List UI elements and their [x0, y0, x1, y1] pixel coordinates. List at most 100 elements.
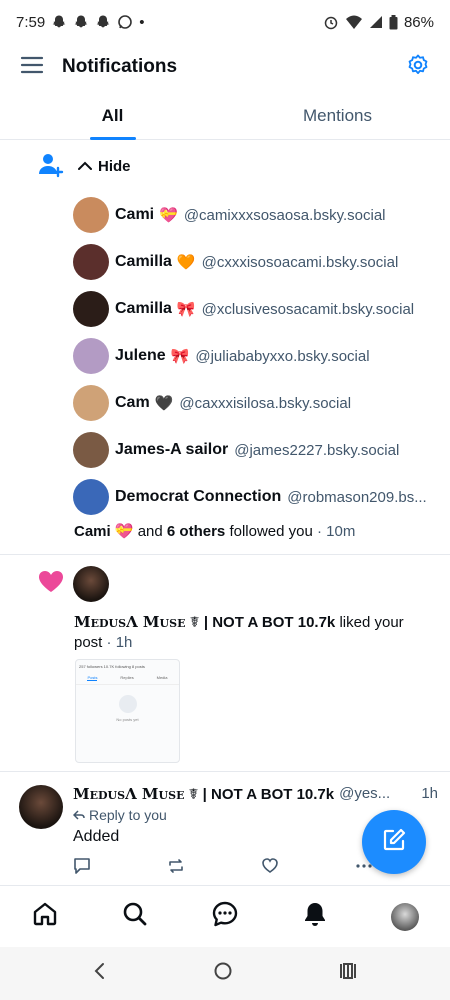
follower-row[interactable]: Camilla 🧡 @cxxxisosoacami.bsky.social — [73, 243, 398, 281]
status-dot: • — [139, 13, 145, 31]
follower-handle: @juliababyxxo.bsky.social — [195, 347, 370, 365]
follow-notification[interactable]: Hide Cami 💝 @camixxxsosaosa.bsky.social … — [0, 140, 450, 555]
nav-notifications[interactable] — [285, 892, 345, 942]
menu-icon[interactable] — [20, 53, 44, 82]
compose-icon — [381, 827, 407, 858]
follower-row[interactable]: Cam 🖤 @caxxxisilosa.bsky.social — [73, 384, 351, 422]
profile-avatar — [391, 902, 419, 931]
avatar — [73, 479, 109, 515]
post-text: Added — [73, 828, 120, 845]
avatar — [73, 432, 109, 468]
reply-arrow-icon — [72, 807, 85, 823]
recents-icon[interactable] — [338, 961, 358, 986]
tab-mentions[interactable]: Mentions — [225, 92, 450, 139]
avatar[interactable] — [19, 785, 63, 829]
post-thumbnail[interactable]: 257 followers 10.7K following 8 posts Po… — [75, 659, 180, 763]
snapchat-icon — [73, 14, 89, 30]
follower-name: Julene — [115, 347, 166, 364]
reply-to-indicator: Reply to you — [72, 807, 167, 823]
reply-to-label: Reply to you — [89, 807, 167, 823]
follower-handle: @xclusivesosacamit.bsky.social — [201, 300, 415, 318]
follower-row[interactable]: Camilla 🎀 @xclusivesosacamit.bsky.social — [73, 290, 414, 328]
repost-icon[interactable] — [167, 857, 185, 880]
snapchat-icon — [95, 14, 111, 30]
alarm-icon — [323, 14, 339, 30]
signal-icon — [369, 15, 383, 29]
summary-time: · 10m — [317, 523, 356, 540]
status-time: 7:59 — [16, 13, 46, 31]
avatar — [73, 338, 109, 374]
whatsapp-icon — [117, 14, 133, 30]
follower-name: Camilla — [115, 300, 172, 317]
liker-name-suffix: ☤ | NOT A BOT 10.7k — [189, 614, 336, 631]
follower-emoji: 🎀 — [170, 348, 190, 365]
comment-icon[interactable] — [73, 857, 91, 880]
nav-search[interactable] — [105, 892, 165, 942]
gear-icon[interactable] — [406, 53, 430, 82]
follower-row[interactable]: Cami 💝 @camixxxsosaosa.bsky.social — [73, 196, 386, 234]
notification-tabs: All Mentions — [0, 92, 450, 140]
page-title: Notifications — [62, 56, 178, 77]
nav-chat[interactable] — [195, 892, 255, 942]
author-name[interactable]: MedusΛ Muse — [73, 785, 184, 803]
snapchat-icon — [51, 14, 67, 30]
post-actions — [73, 857, 373, 880]
avatar — [73, 244, 109, 280]
battery-icon — [389, 14, 398, 30]
heart-icon — [38, 570, 64, 599]
battery-percent: 86% — [403, 13, 434, 31]
nav-profile[interactable] — [375, 892, 435, 942]
thumb-tab: Posts — [87, 675, 98, 681]
compose-button[interactable] — [362, 810, 426, 874]
bell-icon — [302, 901, 328, 932]
thumb-stats: 257 followers 10.7K following 8 posts — [79, 664, 145, 669]
like-heart-icon[interactable] — [261, 857, 279, 880]
summary-name: Cami — [74, 523, 111, 540]
follower-emoji: 💝 — [159, 207, 178, 224]
back-icon[interactable] — [92, 961, 108, 986]
tab-all[interactable]: All — [0, 92, 225, 140]
follower-emoji: 🎀 — [176, 301, 196, 318]
thumb-empty-text: No posts yet — [116, 717, 139, 722]
follower-handle: @cxxxisosoacami.bsky.social — [201, 253, 399, 271]
avatar — [73, 197, 109, 233]
summary-and: and — [137, 523, 163, 540]
home-circle-icon[interactable] — [213, 961, 233, 986]
bottom-navigation — [0, 885, 450, 947]
summary-action: followed you — [229, 523, 313, 540]
follower-emoji: 🖤 — [154, 395, 174, 412]
thumb-tab: Media — [156, 675, 168, 680]
follower-handle: @caxxxisilosa.bsky.social — [179, 394, 352, 412]
summary-emoji: 💝 — [114, 523, 134, 540]
follower-name: James-A sailor — [115, 441, 229, 458]
follower-row[interactable]: Democrat Connection @robmason209.bs... — [73, 478, 427, 516]
system-navigation — [0, 947, 450, 1000]
follower-emoji: 🧡 — [176, 254, 196, 271]
follower-name: Cami — [115, 206, 155, 223]
like-notification[interactable]: MedusΛ Muse ☤ | NOT A BOT 10.7k liked yo… — [0, 556, 450, 772]
chat-icon — [212, 901, 238, 932]
follower-row[interactable]: Julene 🎀 @juliababyxxo.bsky.social — [73, 337, 370, 375]
liker-name[interactable]: MedusΛ Muse — [74, 613, 185, 631]
nav-home[interactable] — [15, 892, 75, 942]
follower-name: Cam — [115, 394, 150, 411]
author-handle[interactable]: @yes... — [339, 785, 417, 803]
hide-toggle[interactable]: Hide — [78, 158, 131, 175]
avatar — [73, 291, 109, 327]
post-time: 1h — [421, 785, 438, 802]
home-icon — [32, 901, 58, 932]
thumb-tabs: Posts Replies Media — [76, 673, 179, 685]
follower-row[interactable]: James-A sailor @james2227.bsky.social — [73, 431, 399, 469]
follower-name: Camilla — [115, 253, 172, 270]
follow-summary: Cami 💝 and 6 others followed you · 10m — [74, 522, 355, 540]
follower-name: Democrat Connection — [115, 488, 282, 505]
author-name-suffix: ☤ | NOT A BOT 10.7k — [188, 786, 335, 803]
avatar[interactable] — [73, 566, 109, 602]
chevron-up-icon — [78, 158, 92, 175]
thumb-tab: Replies — [120, 675, 134, 680]
follower-handle: @camixxxsosaosa.bsky.social — [183, 206, 386, 224]
like-text: MedusΛ Muse ☤ | NOT A BOT 10.7k liked yo… — [74, 612, 424, 653]
summary-others: 6 others — [166, 523, 226, 540]
follower-handle: @robmason209.bs... — [287, 488, 427, 506]
app-header: Notifications — [0, 44, 450, 90]
